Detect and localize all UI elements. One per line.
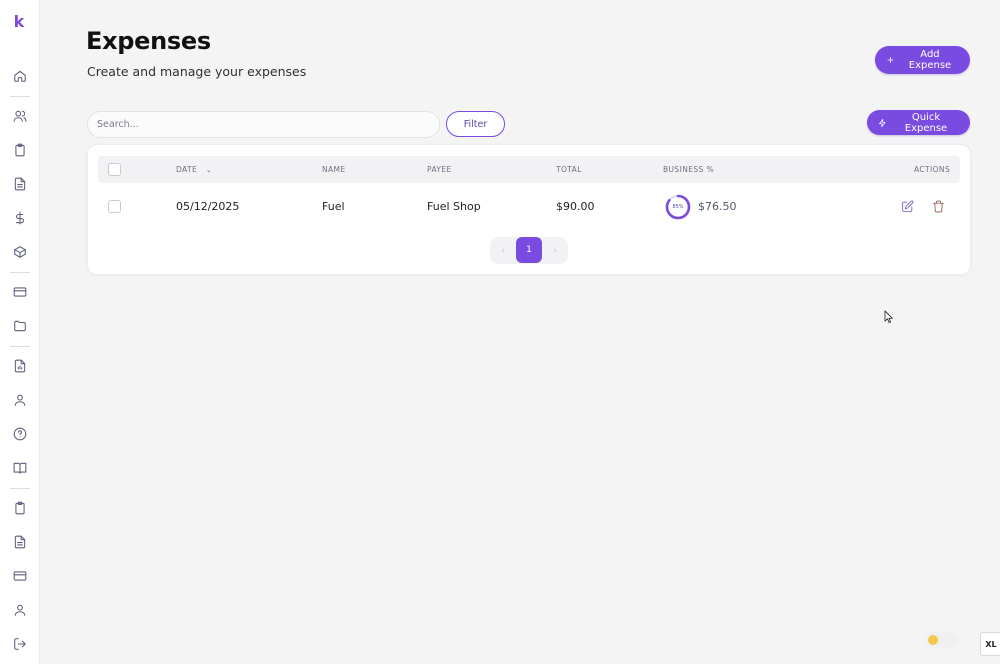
quick-expense-button[interactable]: Quick Expense bbox=[867, 110, 970, 135]
column-header-total: TOTAL bbox=[556, 165, 582, 174]
row-business-amount: $76.50 bbox=[698, 200, 737, 213]
trash-icon[interactable] bbox=[931, 199, 946, 214]
select-all-checkbox[interactable] bbox=[108, 163, 121, 176]
column-header-actions: ACTIONS bbox=[914, 165, 951, 174]
logout-icon[interactable] bbox=[11, 635, 29, 653]
row-total: $90.00 bbox=[556, 200, 595, 213]
folder-icon[interactable] bbox=[11, 317, 29, 335]
sidebar-divider bbox=[10, 488, 30, 489]
table-row[interactable]: 05/12/2025 Fuel Fuel Shop $90.00 85% $76… bbox=[98, 193, 960, 220]
clipboard-icon[interactable] bbox=[11, 141, 29, 159]
sun-icon bbox=[928, 635, 938, 645]
filter-button[interactable]: Filter bbox=[446, 111, 505, 137]
page-title: Expenses bbox=[86, 27, 211, 55]
chevron-down-icon: ⌄ bbox=[205, 166, 213, 174]
document-icon[interactable] bbox=[11, 533, 29, 551]
pagination: ‹ 1 › bbox=[490, 237, 568, 264]
column-header-payee: PAYEE bbox=[427, 165, 452, 174]
box-icon[interactable] bbox=[11, 243, 29, 261]
row-name: Fuel bbox=[322, 200, 345, 213]
business-percent-ring: 85% bbox=[664, 193, 692, 220]
row-payee: Fuel Shop bbox=[427, 200, 481, 213]
clipboard-icon[interactable] bbox=[11, 499, 29, 517]
column-header-date[interactable]: DATE ⌄ bbox=[176, 156, 212, 183]
home-icon[interactable] bbox=[11, 67, 29, 85]
sidebar-divider bbox=[10, 96, 30, 97]
report-icon[interactable] bbox=[11, 357, 29, 375]
column-header-name: NAME bbox=[322, 165, 346, 174]
edit-icon[interactable] bbox=[900, 199, 915, 214]
sidebar-divider bbox=[10, 346, 30, 347]
next-page-button[interactable]: › bbox=[545, 237, 565, 264]
plus-icon bbox=[887, 57, 894, 63]
credit-card-icon[interactable] bbox=[11, 567, 29, 585]
user-icon[interactable] bbox=[11, 601, 29, 619]
credit-card-icon[interactable] bbox=[11, 283, 29, 301]
book-icon[interactable] bbox=[11, 459, 29, 477]
theme-toggle[interactable] bbox=[925, 632, 957, 648]
row-checkbox[interactable] bbox=[108, 200, 121, 213]
user-icon[interactable] bbox=[11, 391, 29, 409]
sidebar: k bbox=[0, 0, 40, 664]
column-header-business: BUSINESS % bbox=[663, 165, 714, 174]
dollar-icon[interactable] bbox=[11, 209, 29, 227]
add-expense-button[interactable]: Add Expense bbox=[875, 46, 970, 74]
page-1-button[interactable]: 1 bbox=[516, 237, 542, 263]
row-date: 05/12/2025 bbox=[176, 200, 240, 213]
users-icon[interactable] bbox=[11, 107, 29, 125]
page-subtitle: Create and manage your expenses bbox=[87, 64, 307, 79]
column-header-date-label: DATE bbox=[176, 165, 198, 174]
breakpoint-badge: XL bbox=[980, 632, 1000, 656]
add-expense-label: Add Expense bbox=[908, 49, 952, 71]
help-icon[interactable] bbox=[11, 425, 29, 443]
lightning-icon bbox=[879, 118, 886, 127]
search-input[interactable] bbox=[87, 111, 440, 138]
document-icon[interactable] bbox=[11, 175, 29, 193]
prev-page-button[interactable]: ‹ bbox=[493, 237, 513, 264]
sidebar-divider bbox=[10, 272, 30, 273]
mouse-cursor-icon bbox=[884, 310, 893, 324]
business-percent-label: 85% bbox=[672, 203, 684, 210]
brand-logo[interactable]: k bbox=[10, 12, 28, 31]
table-header: DATE ⌄ NAME PAYEE TOTAL BUSINESS % ACTIO… bbox=[98, 156, 960, 183]
quick-expense-label: Quick Expense bbox=[904, 111, 948, 134]
